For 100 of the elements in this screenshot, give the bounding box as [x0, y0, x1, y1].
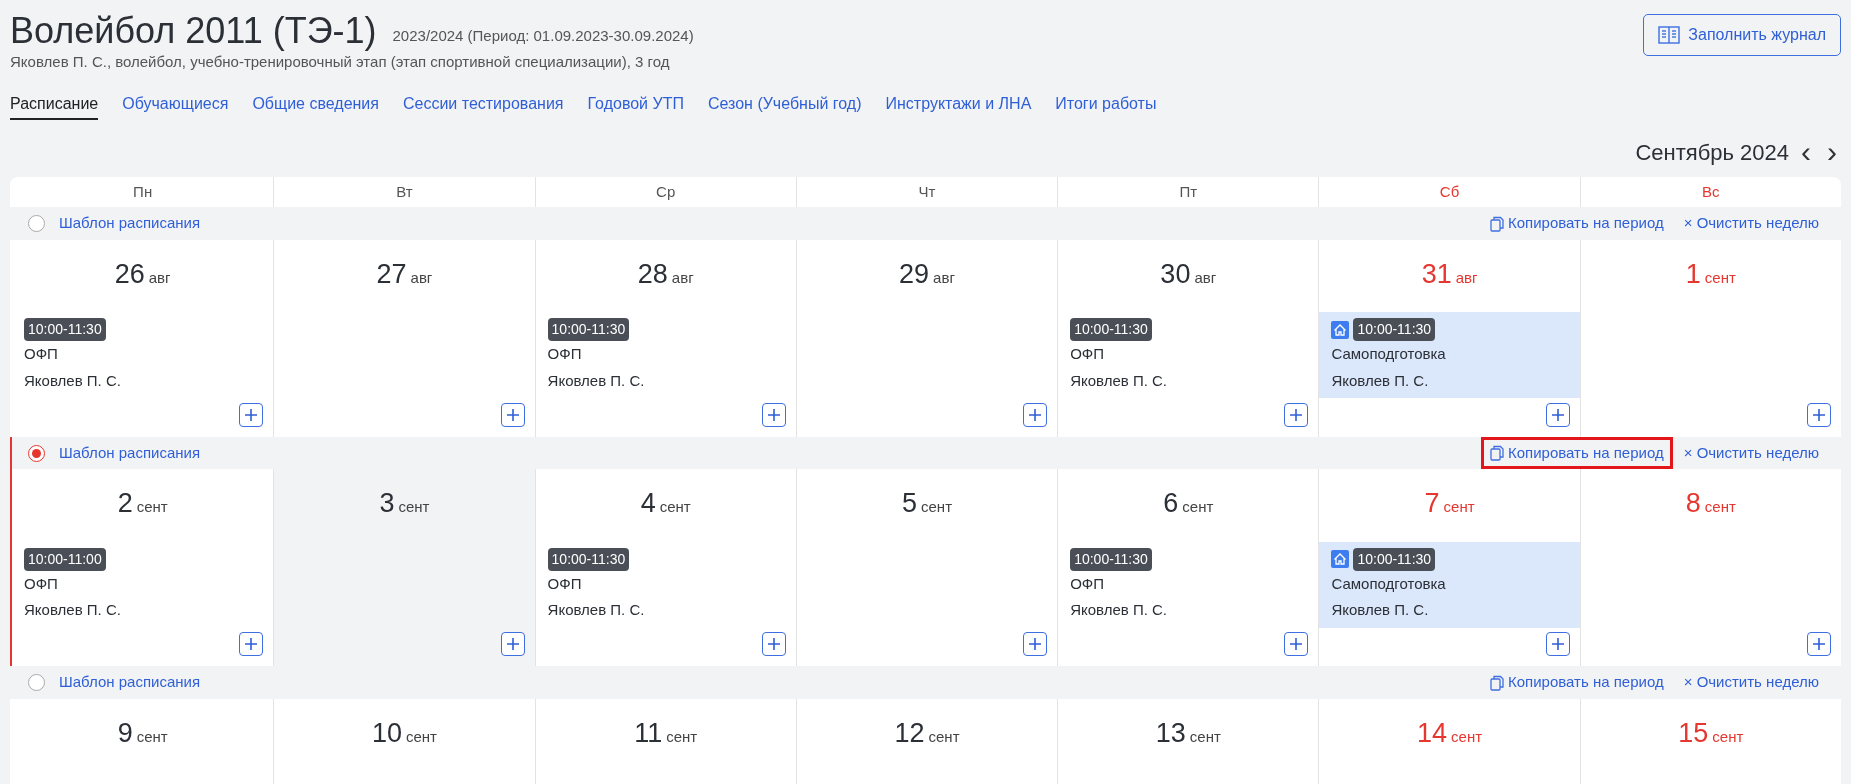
coach-name: Яковлев П. С. [24, 600, 122, 621]
time-badge: 10:00-11:30 [547, 318, 630, 342]
fill-journal-button[interactable]: Заполнить журнал [1643, 14, 1841, 56]
plus-icon [244, 407, 259, 422]
month-abbreviation: авг [671, 268, 694, 286]
plus-icon [244, 637, 259, 652]
add-button[interactable] [1545, 632, 1570, 657]
nav-tab[interactable]: Общие сведения [252, 89, 379, 120]
month-abbreviation: сент [136, 498, 168, 516]
copy-to-period-link[interactable]: Копировать на период [1484, 669, 1670, 696]
day-cell[interactable]: 3 сент [273, 469, 535, 667]
coach-name: Яковлев П. С. [547, 370, 646, 391]
day-number: 30 [1160, 258, 1191, 289]
plus-icon [1028, 637, 1043, 652]
add-button[interactable] [761, 402, 786, 427]
time-badge: 10:00-11:00 [24, 547, 106, 571]
schedule-template-link[interactable]: Шаблон расписания [53, 210, 207, 237]
clipboard-icon [1490, 215, 1504, 232]
month-abbreviation: сент [1182, 498, 1214, 516]
nav-tab[interactable]: Сезон (Учебный год) [707, 89, 862, 120]
month-abbreviation: сент [398, 498, 430, 516]
house-icon [1331, 320, 1350, 339]
add-button[interactable] [1023, 402, 1048, 427]
plus-icon [1550, 407, 1565, 422]
day-number: 28 [637, 258, 668, 289]
radio-button[interactable] [28, 674, 45, 692]
add-button[interactable] [761, 632, 786, 657]
event-card[interactable]: 10:00-11:30 Самоподготовка Яковлев П. С. [1319, 541, 1580, 628]
nav-tab[interactable]: Расписание [10, 89, 99, 120]
time-badge: 10:00-11:30 [547, 547, 630, 571]
copy-to-period-link[interactable]: Копировать на период [1484, 439, 1670, 467]
day-number: 29 [899, 258, 930, 289]
plus-icon [766, 407, 781, 422]
clear-week-link[interactable]: × Очистить неделю [1677, 210, 1825, 237]
plus-icon [1550, 637, 1565, 652]
add-button[interactable] [1284, 632, 1309, 657]
day-number: 6 [1163, 488, 1179, 519]
add-button[interactable] [239, 402, 264, 427]
day-number: 3 [379, 488, 395, 519]
clear-week-link[interactable]: × Очистить неделю [1677, 439, 1825, 467]
plus-icon [1289, 407, 1304, 422]
nav-tab[interactable]: Инструктажи и ЛНА [885, 89, 1032, 120]
month-abbreviation: сент [1712, 727, 1744, 745]
month-abbreviation: сент [1443, 498, 1475, 516]
time-badge: 10:00-11:30 [1353, 547, 1436, 571]
next-month-button[interactable]: › [1823, 137, 1841, 168]
clear-week-link[interactable]: × Очистить неделю [1677, 669, 1825, 696]
event-title: ОФП [547, 344, 583, 365]
plus-icon [1289, 637, 1304, 652]
nav-tab[interactable]: Годовой УТП [587, 89, 684, 120]
month-abbreviation: сент [405, 727, 437, 745]
nav-tab[interactable]: Обучающиеся [122, 89, 229, 120]
add-button[interactable] [1807, 632, 1831, 657]
day-cell[interactable]: 7 сент 10:00-11:30 Самоподготовка Яковлев П. С. [1318, 469, 1580, 667]
day-number: 5 [901, 488, 917, 519]
nav-tab[interactable]: Итоги работы [1055, 89, 1157, 120]
event-card[interactable]: 10:00-11:30 Самоподготовка Яковлев П. С. [1319, 312, 1580, 399]
clipboard-icon [1490, 445, 1504, 462]
period-text: 2023/2024 (Период: 01.09.2023-30.09.2024) [392, 25, 694, 46]
day-number: 11 [634, 717, 663, 748]
nav-tab[interactable]: Сессии тестирования [402, 89, 564, 120]
event-title: ОФП [24, 573, 59, 594]
add-button[interactable] [239, 632, 264, 657]
day-number: 26 [114, 258, 145, 289]
month-abbreviation: сент [1189, 727, 1221, 745]
plus-icon [1812, 407, 1826, 422]
previous-month-button[interactable]: ‹ [1797, 137, 1815, 168]
event-title: ОФП [24, 344, 59, 365]
day-number: 15 [1678, 717, 1709, 748]
event-title: Самоподготовка [1331, 344, 1447, 365]
time-badge: 10:00-11:30 [24, 318, 106, 342]
copy-to-period-link[interactable]: Копировать на период [1484, 210, 1670, 237]
month-abbreviation: авг [1455, 268, 1478, 286]
add-button[interactable] [1807, 402, 1831, 427]
event-title: ОФП [547, 573, 583, 594]
month-abbreviation: сент [136, 727, 168, 745]
day-number: 31 [1421, 258, 1452, 289]
time-badge: 10:00-11:30 [1070, 547, 1152, 571]
add-button[interactable] [500, 402, 525, 427]
day-number: 14 [1417, 717, 1448, 748]
month-abbreviation: авг [410, 268, 433, 286]
radio-button[interactable] [28, 215, 45, 233]
add-button[interactable] [500, 632, 525, 657]
coach-name: Яковлев П. С. [24, 370, 122, 391]
event-title: ОФП [1070, 573, 1105, 594]
add-button[interactable] [1284, 402, 1309, 427]
day-cell[interactable]: 31 авг 10:00-11:30 Самоподготовка Яковлев П. С. [1318, 239, 1580, 437]
coach-name: Яковлев П. С. [1070, 370, 1169, 391]
add-button[interactable] [1545, 402, 1570, 427]
add-button[interactable] [1023, 632, 1048, 657]
month-abbreviation: сент [1704, 268, 1736, 286]
schedule-template-link[interactable]: Шаблон расписания [53, 669, 207, 696]
book-icon [1658, 25, 1681, 45]
event-title: Самоподготовка [1331, 573, 1447, 594]
schedule-template-link[interactable]: Шаблон расписания [53, 439, 207, 467]
clipboard-icon [1490, 674, 1504, 691]
time-badge: 10:00-11:30 [1070, 318, 1152, 342]
month-abbreviation: авг [933, 268, 955, 286]
radio-button[interactable] [28, 444, 45, 462]
coach-name: Яковлев П. С. [1070, 600, 1169, 621]
